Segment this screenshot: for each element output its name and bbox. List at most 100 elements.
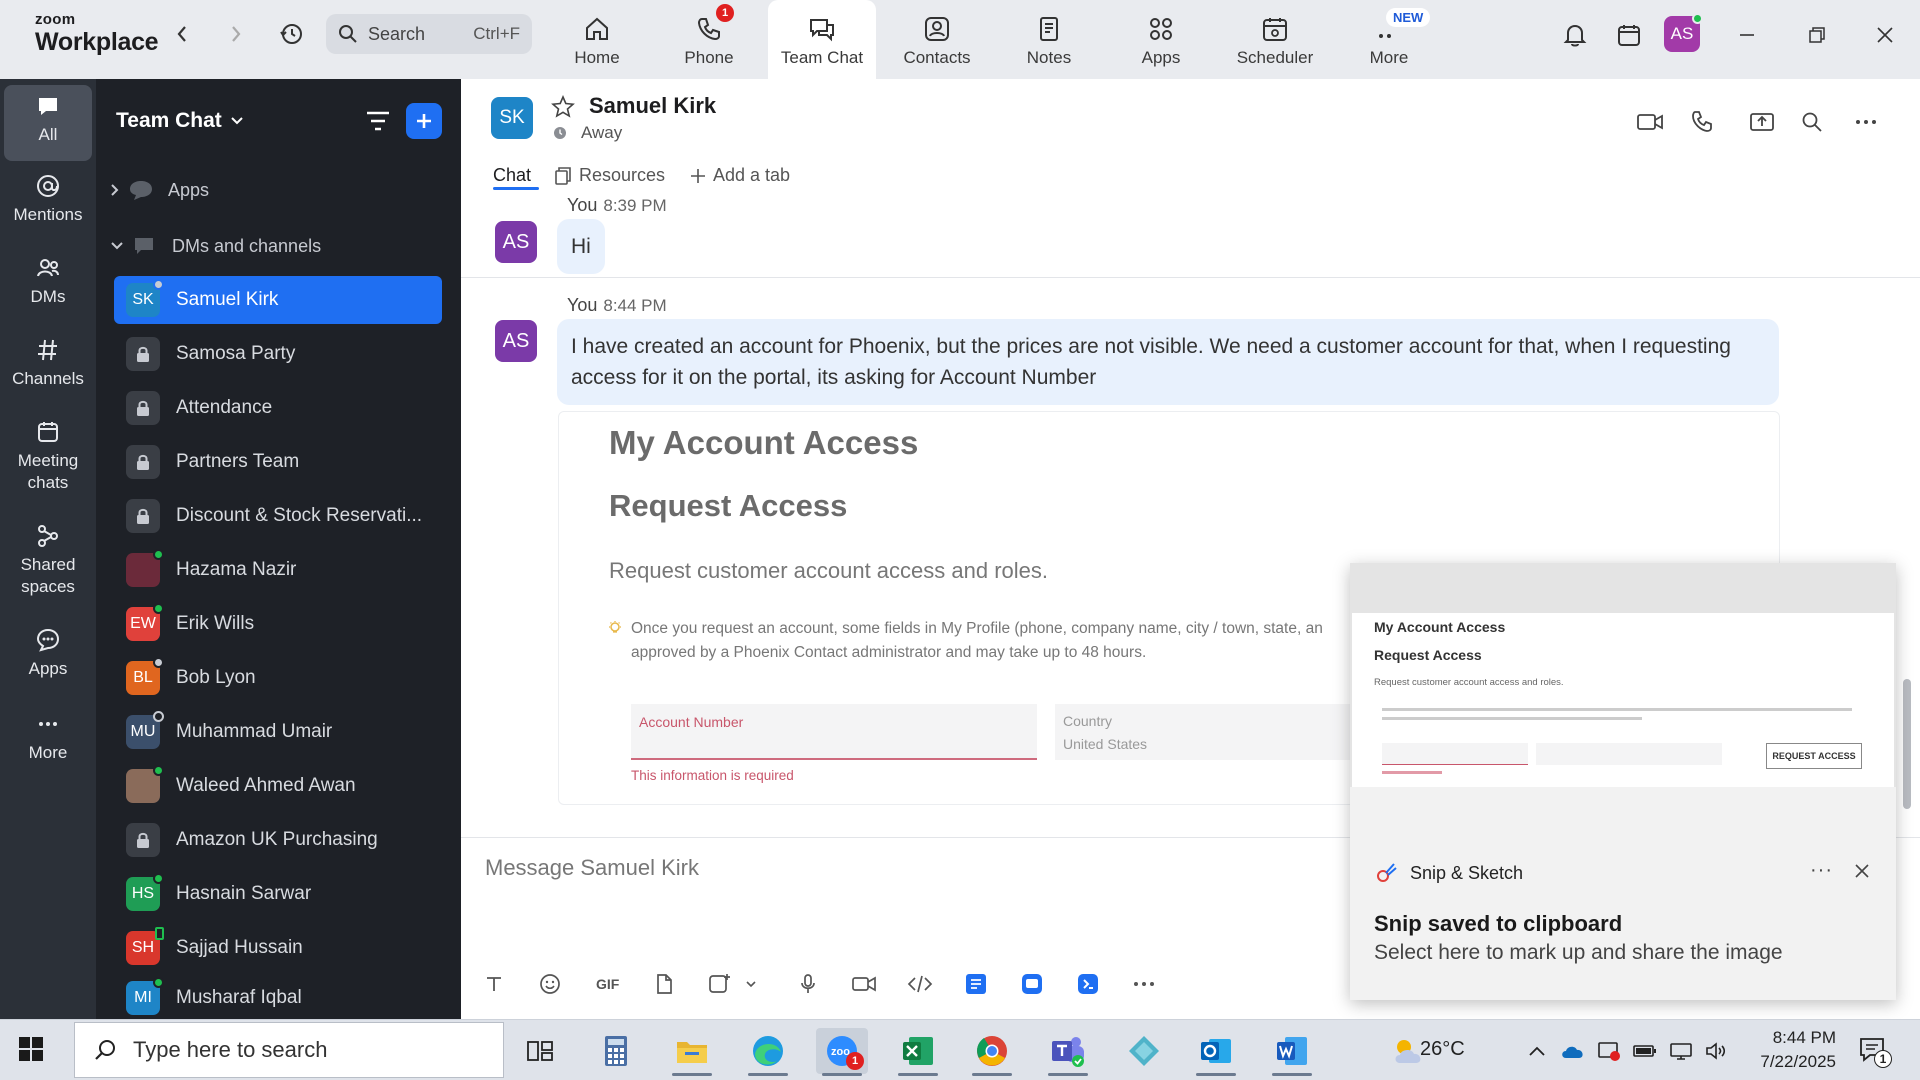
- teams-app-icon[interactable]: [1042, 1028, 1094, 1076]
- sidebar-item-attendance[interactable]: Attendance: [114, 384, 442, 432]
- sidebar-item-erik-wills[interactable]: EW Erik Wills: [114, 600, 442, 648]
- file-explorer-icon[interactable]: [666, 1028, 718, 1076]
- share-screen-icon[interactable]: [1747, 107, 1777, 137]
- contact-avatar[interactable]: SK: [491, 97, 533, 139]
- task-view-icon[interactable]: [514, 1028, 566, 1074]
- sidebar-item-hazama-nazir[interactable]: Hazama Nazir: [114, 546, 442, 594]
- message-bubble[interactable]: I have created an account for Phoenix, b…: [557, 319, 1779, 405]
- chevron-up-icon[interactable]: [1524, 1038, 1550, 1064]
- whiteboard-app-icon[interactable]: [1017, 969, 1047, 999]
- message-avatar[interactable]: AS: [495, 320, 537, 362]
- snip-preview-image[interactable]: My Account Access Request Access Request…: [1352, 613, 1894, 787]
- notification-center-icon[interactable]: 1: [1858, 1036, 1892, 1068]
- rail-item-more[interactable]: More: [4, 711, 92, 764]
- snip-sketch-notification[interactable]: My Account Access Request Access Request…: [1350, 563, 1896, 1000]
- video-message-icon[interactable]: [849, 969, 879, 999]
- restore-icon[interactable]: [1800, 18, 1834, 52]
- message-bubble[interactable]: Hi: [557, 219, 605, 274]
- sidebar-item-bob-lyon[interactable]: BL Bob Lyon: [114, 654, 442, 702]
- rail-item-apps[interactable]: Apps: [4, 627, 92, 680]
- emoji-icon[interactable]: [535, 969, 565, 999]
- toast-close-icon[interactable]: [1850, 859, 1874, 883]
- format-text-icon[interactable]: [479, 969, 509, 999]
- toast-more-icon[interactable]: ···: [1810, 859, 1833, 882]
- star-icon[interactable]: [551, 94, 575, 124]
- edge-browser-icon[interactable]: [742, 1028, 794, 1076]
- chevron-down-icon[interactable]: [741, 969, 761, 999]
- rail-item-dms[interactable]: DMs: [4, 255, 92, 308]
- tab-team-chat[interactable]: Team Chat: [768, 0, 876, 79]
- tab-resources[interactable]: Resources: [553, 165, 665, 186]
- rail-item-mentions[interactable]: Mentions: [4, 173, 92, 226]
- sidebar-item-samosa-party[interactable]: Samosa Party: [114, 330, 442, 378]
- chrome-app-icon[interactable]: [966, 1028, 1018, 1076]
- sidebar-item-hasnain-sarwar[interactable]: HS Hasnain Sarwar: [114, 870, 442, 918]
- battery-icon[interactable]: [1632, 1038, 1658, 1064]
- more-options-icon[interactable]: [1851, 107, 1881, 137]
- sidebar-item-musharaf-iqbal[interactable]: MI Musharaf Iqbal: [114, 977, 442, 1018]
- history-icon[interactable]: [276, 20, 306, 48]
- search-chat-icon[interactable]: [1797, 107, 1827, 137]
- sidebar-item-muhammad-umair[interactable]: MU Muhammad Umair: [114, 708, 442, 756]
- chat-scrollbar-thumb[interactable]: [1903, 679, 1911, 809]
- windows-start-icon[interactable]: [18, 1036, 44, 1067]
- video-call-icon[interactable]: [1635, 107, 1665, 137]
- sidebar-item-samuel-kirk[interactable]: SK Samuel Kirk: [114, 276, 442, 324]
- group-dms-channels[interactable]: DMs and channels: [110, 235, 321, 257]
- bell-icon[interactable]: [1558, 18, 1592, 52]
- rail-item-shared-spaces[interactable]: Shared spaces: [4, 523, 92, 598]
- zoom-app-icon[interactable]: zoo 1: [816, 1028, 868, 1076]
- sidebar-item-waleed-ahmed-awan[interactable]: Waleed Ahmed Awan: [114, 762, 442, 810]
- diamond-app-icon[interactable]: [1118, 1028, 1170, 1074]
- network-icon[interactable]: [1668, 1038, 1694, 1064]
- forward-arrow-icon[interactable]: [224, 20, 248, 48]
- taskbar-clock[interactable]: 8:44 PM 7/22/2025: [1736, 1026, 1836, 1074]
- taskbar-search-input[interactable]: Type here to search: [74, 1022, 504, 1078]
- sidebar-item-partners-team[interactable]: Partners Team: [114, 438, 442, 486]
- filter-icon[interactable]: [362, 105, 394, 137]
- tab-home[interactable]: Home: [542, 0, 652, 79]
- word-app-icon[interactable]: [1266, 1028, 1318, 1076]
- onedrive-icon[interactable]: [1560, 1038, 1586, 1064]
- code-block-icon[interactable]: [905, 969, 935, 999]
- excel-app-icon[interactable]: [892, 1028, 944, 1076]
- sidebar-item-sajjad-hussain[interactable]: SH Sajjad Hussain: [114, 924, 442, 972]
- close-window-icon[interactable]: [1868, 18, 1902, 52]
- sidebar-item-discount-stock[interactable]: Discount & Stock Reservati...: [114, 492, 442, 540]
- new-chat-button[interactable]: [406, 103, 442, 139]
- volume-icon[interactable]: [1704, 1038, 1730, 1064]
- docs-app-icon[interactable]: [961, 969, 991, 999]
- tab-phone[interactable]: Phone 1: [654, 0, 764, 79]
- add-tab-button[interactable]: Add a tab: [689, 165, 790, 186]
- back-arrow-icon[interactable]: [170, 20, 194, 48]
- security-icon[interactable]: [1596, 1038, 1622, 1064]
- ai-companion-app-icon[interactable]: [1073, 969, 1103, 999]
- tab-scheduler[interactable]: Scheduler: [1220, 0, 1330, 79]
- tab-apps[interactable]: Apps: [1106, 0, 1216, 79]
- message-input[interactable]: Message Samuel Kirk: [485, 855, 699, 881]
- tab-notes[interactable]: Notes: [994, 0, 1104, 79]
- search-input[interactable]: Search Ctrl+F: [326, 14, 532, 54]
- attach-file-icon[interactable]: [649, 969, 679, 999]
- message-avatar[interactable]: AS: [495, 221, 537, 263]
- outlook-app-icon[interactable]: [1190, 1028, 1242, 1076]
- gif-icon[interactable]: GIF: [591, 969, 627, 999]
- more-tools-icon[interactable]: [1129, 969, 1159, 999]
- rail-item-channels[interactable]: Channels: [4, 337, 92, 390]
- rail-item-all[interactable]: All: [4, 85, 92, 161]
- temperature[interactable]: 26°C: [1420, 1038, 1465, 1061]
- tab-contacts[interactable]: Contacts: [882, 0, 992, 79]
- calendar-icon[interactable]: [1612, 18, 1646, 52]
- sidebar-item-amazon-uk[interactable]: Amazon UK Purchasing: [114, 816, 442, 864]
- user-avatar[interactable]: AS: [1664, 13, 1703, 52]
- calculator-app-icon[interactable]: [590, 1028, 642, 1074]
- sidebar-title-dropdown[interactable]: Team Chat: [116, 109, 244, 133]
- tab-chat[interactable]: Chat: [493, 165, 531, 186]
- microphone-icon[interactable]: [793, 969, 823, 999]
- group-apps[interactable]: Apps: [110, 179, 209, 201]
- minimize-icon[interactable]: [1730, 18, 1764, 52]
- rail-item-meeting-chats[interactable]: Meeting chats: [4, 419, 92, 494]
- screenshot-icon[interactable]: [705, 969, 735, 999]
- audio-call-icon[interactable]: [1687, 107, 1717, 137]
- contact-name[interactable]: Samuel Kirk: [589, 93, 716, 119]
